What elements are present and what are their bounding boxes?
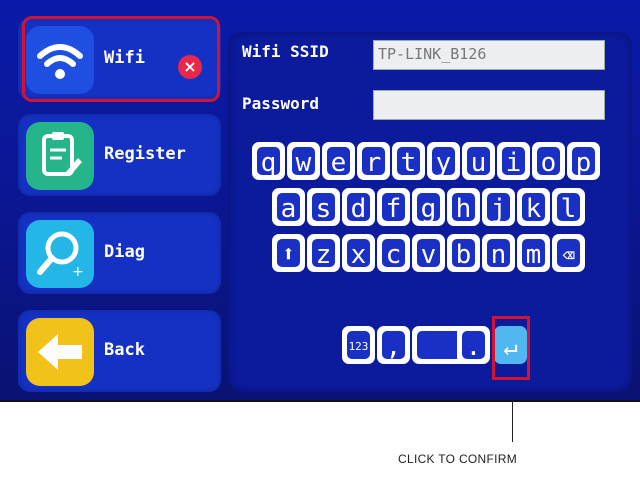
key-y[interactable]: y: [427, 142, 460, 180]
enter-key-highlight: [492, 316, 530, 380]
key-backspace[interactable]: ⌫: [552, 234, 585, 272]
wifi-disconnected-icon[interactable]: ×: [178, 55, 202, 79]
ssid-label: Wifi SSID: [242, 42, 329, 61]
menu-button-diag[interactable]: + Diag: [18, 212, 221, 294]
key-v[interactable]: v: [412, 234, 445, 272]
annotation-caption: CLICK TO CONFIRM: [398, 452, 518, 466]
password-field[interactable]: [373, 90, 605, 120]
key-p[interactable]: p: [567, 142, 600, 180]
clipboard-icon: [26, 122, 94, 190]
arrow-left-icon: [26, 318, 94, 386]
key-n[interactable]: n: [482, 234, 515, 272]
key-s[interactable]: s: [307, 188, 340, 226]
key-e[interactable]: e: [322, 142, 355, 180]
svg-text:+: +: [72, 264, 84, 280]
backspace-icon: ⌫: [557, 239, 580, 267]
key-period[interactable]: .: [457, 326, 490, 364]
key-q[interactable]: q: [252, 142, 285, 180]
device-screen: Wifi × Register + Diag Back Wifi SSID TP…: [0, 0, 640, 402]
shift-icon: ⬆: [277, 239, 300, 267]
menu-label-back: Back: [104, 340, 145, 360]
key-g[interactable]: g: [412, 188, 445, 226]
key-d[interactable]: d: [342, 188, 375, 226]
key-o[interactable]: o: [532, 142, 565, 180]
key-f[interactable]: f: [377, 188, 410, 226]
key-h[interactable]: h: [447, 188, 480, 226]
key-c[interactable]: c: [377, 234, 410, 272]
key-t[interactable]: t: [392, 142, 425, 180]
key-l[interactable]: l: [552, 188, 585, 226]
magnifier-icon: +: [26, 220, 94, 288]
key-numbers[interactable]: 123: [342, 326, 375, 364]
key-r[interactable]: r: [357, 142, 390, 180]
key-a[interactable]: a: [272, 188, 305, 226]
key-m[interactable]: m: [517, 234, 550, 272]
key-shift[interactable]: ⬆: [272, 234, 305, 272]
key-w[interactable]: w: [287, 142, 320, 180]
key-z[interactable]: z: [307, 234, 340, 272]
key-x[interactable]: x: [342, 234, 375, 272]
key-b[interactable]: b: [447, 234, 480, 272]
password-label: Password: [242, 94, 320, 113]
menu-label-diag: Diag: [104, 242, 145, 262]
key-comma[interactable]: ,: [377, 326, 410, 364]
menu-button-register[interactable]: Register: [18, 114, 221, 196]
key-k[interactable]: k: [517, 188, 550, 226]
key-u[interactable]: u: [462, 142, 495, 180]
menu-label-register: Register: [104, 144, 186, 164]
annotation-pointer-line: [512, 400, 513, 442]
key-i[interactable]: i: [497, 142, 530, 180]
key-j[interactable]: j: [482, 188, 515, 226]
menu-button-back[interactable]: Back: [18, 310, 221, 392]
ssid-field[interactable]: TP-LINK_B126: [373, 40, 605, 70]
